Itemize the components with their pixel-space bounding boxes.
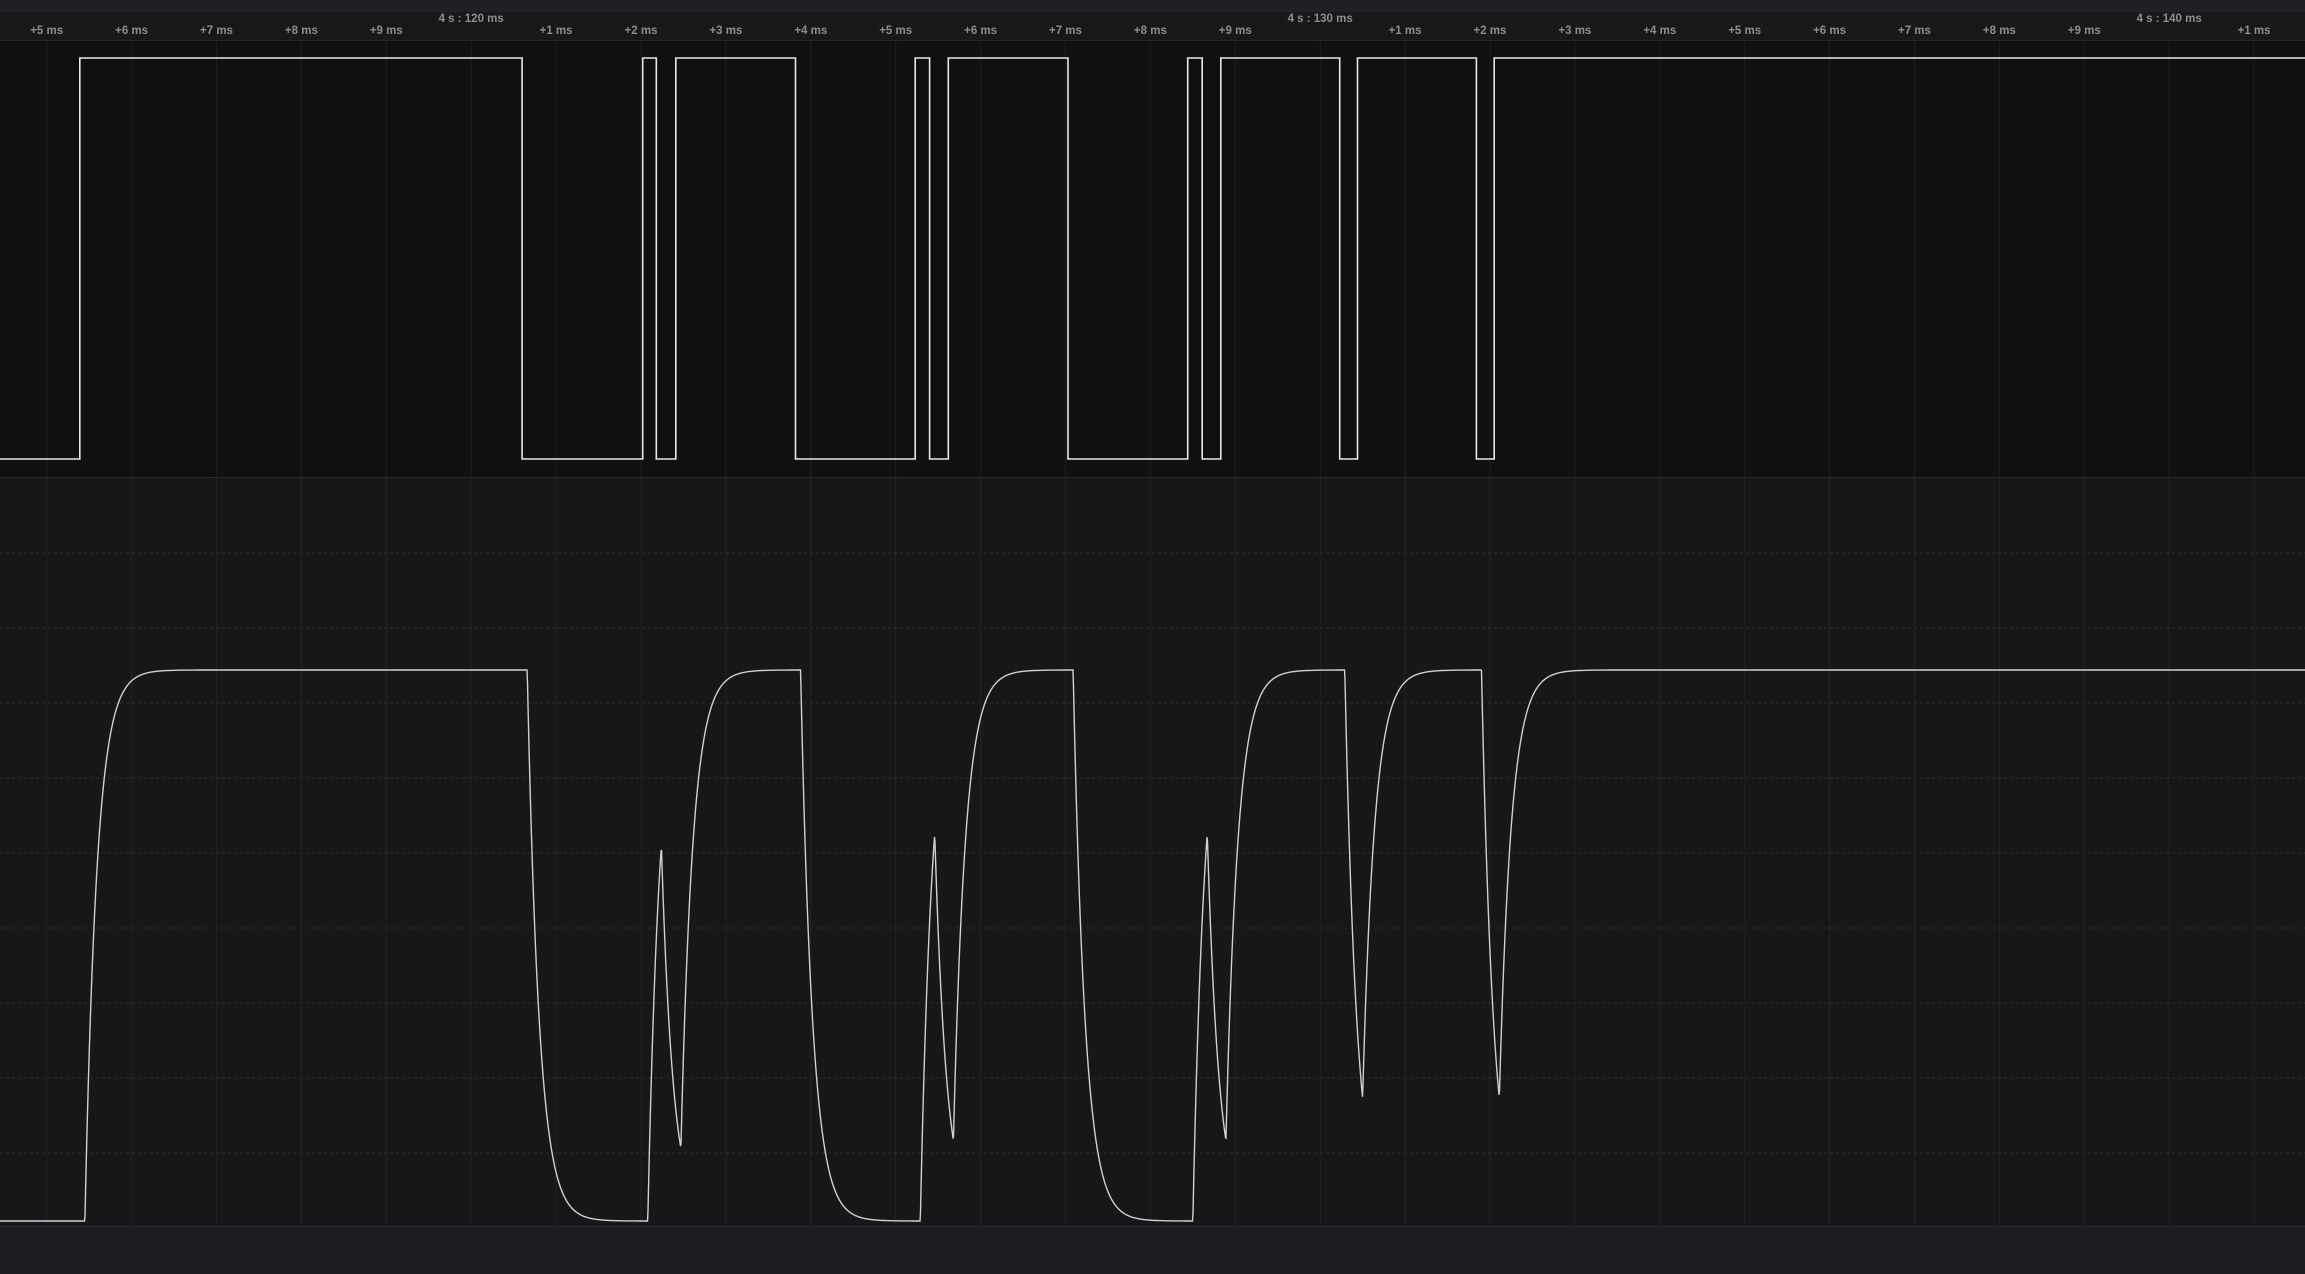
ruler-tick-label: +1 ms [2237,25,2271,37]
ruler-tick-label: +2 ms [624,25,658,37]
ruler-tick-label: +6 ms [115,25,149,37]
ruler-tick-label: +1 ms [1388,25,1422,37]
ruler-tick-label: +9 ms [2067,25,2101,37]
ruler-tick-label: +5 ms [879,25,913,37]
ruler-tick-label: +9 ms [1218,25,1252,37]
ruler-tick-label: +5 ms [30,25,64,37]
ruler-tick-label: +5 ms [1728,25,1762,37]
ruler-tick-label: +6 ms [1813,25,1847,37]
ruler-tick-label: +6 ms [964,25,998,37]
ruler-major-label: 4 s : 130 ms [1287,13,1353,25]
top-strip [0,0,2305,12]
ruler-tick-label: +8 ms [1982,25,2016,37]
ruler-tick-label: +4 ms [794,25,828,37]
ruler-tick-label: +4 ms [1643,25,1677,37]
analog-waveform-trace [0,669,2305,1222]
ruler-major-label: 4 s : 140 ms [2136,13,2202,25]
ruler-tick-label: +7 ms [200,25,233,37]
ruler-tick-label: +8 ms [1133,25,1167,37]
analog-waveform-svg [0,478,2305,1226]
ruler-tick-label: +8 ms [284,25,318,37]
digital-channel-plot[interactable] [0,41,2305,477]
ruler-tick-label: +1 ms [539,25,573,37]
ruler-tick-label: +3 ms [709,25,743,37]
digital-waveform-trace [0,57,2305,460]
ruler-tick-label: +3 ms [1558,25,1592,37]
digital-waveform-svg [0,41,2305,477]
time-ruler[interactable]: +5 ms +6 ms +7 ms +8 ms +9 ms +1 ms +2 ms +3 ms… [0,12,2305,41]
ruler-tick-label: +9 ms [369,25,403,37]
ruler-major-label: 4 s : 120 ms [438,13,504,25]
bottom-scrollbar[interactable] [0,1226,2305,1274]
ruler-tick-label: +7 ms [1897,25,1931,37]
logic-analyzer-window: +5 ms +6 ms +7 ms +8 ms +9 ms +1 ms +2 ms +3 ms… [0,0,2305,1274]
ruler-tick-label: +2 ms [1473,25,1507,37]
analog-channel-plot[interactable] [0,478,2305,1226]
ruler-tick-label: +7 ms [1049,25,1082,37]
